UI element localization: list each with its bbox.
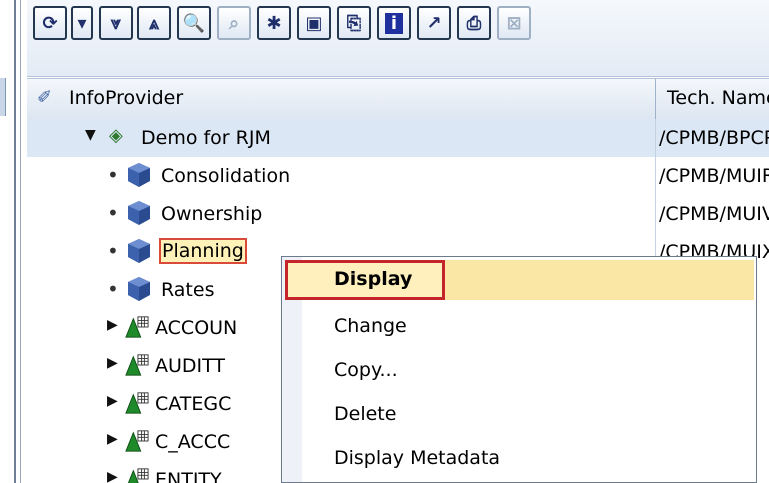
column-header-tech-name[interactable]: Tech. Name	[667, 87, 769, 109]
dimension-icon	[125, 430, 149, 452]
leaf-bullet-icon: •	[107, 163, 119, 187]
close-icon: ⊠	[506, 12, 522, 34]
folder-button[interactable]: ⎘	[337, 6, 371, 40]
pane-divider	[14, 0, 16, 483]
create-button[interactable]: ✱	[257, 6, 291, 40]
column-header-label: InfoProvider	[69, 87, 184, 109]
tree-node-label: C_ACCC	[155, 431, 231, 453]
column-divider	[655, 195, 656, 233]
leaf-bullet-icon: •	[107, 277, 119, 301]
column-header-infoprovider[interactable]: ✐ InfoProvider	[27, 79, 656, 119]
pane-divider-shadow	[20, 0, 21, 483]
tree-node-label: CATEGC	[155, 393, 232, 415]
left-pane-edge	[0, 0, 27, 483]
expand-triangle-icon[interactable]: ▶	[107, 469, 118, 483]
refresh-button[interactable]: ⟳	[33, 6, 67, 40]
menu-item-change[interactable]: Change	[334, 315, 407, 337]
print-button[interactable]: ⎙	[457, 6, 491, 40]
column-divider	[655, 157, 656, 195]
find-button[interactable]: 🔍	[177, 6, 211, 40]
tree-row-root[interactable]: ▼ ◈ Demo for RJM /CPMB/BPCP	[27, 119, 769, 157]
expand-triangle-icon[interactable]: ▶	[107, 317, 118, 333]
display-button[interactable]: ▣	[297, 6, 331, 40]
info-icon: i	[384, 12, 404, 34]
menu-item-display-metadata[interactable]: Display Metadata	[334, 447, 500, 469]
expand-all-icon: ⩔	[110, 12, 122, 34]
menu-item-delete[interactable]: Delete	[334, 403, 396, 425]
tree-node-label-focused: Planning	[159, 238, 247, 264]
create-icon: ✱	[266, 12, 282, 34]
leaf-bullet-icon: •	[107, 239, 119, 263]
menu-item-display[interactable]: Display	[285, 260, 754, 300]
infoprovider-icon: ✐	[37, 87, 53, 108]
refresh-icon: ⟳	[42, 12, 58, 34]
tree-node-label: ACCOUN	[155, 317, 238, 339]
expand-triangle-icon[interactable]: ▶	[107, 431, 118, 447]
dimension-icon	[125, 392, 149, 414]
tree-node-label: AUDITT	[155, 355, 226, 377]
context-menu: Display Change Copy... Delete Display Me…	[281, 256, 757, 483]
tech-name-cell: /CPMB/MUIR	[659, 165, 769, 187]
info-button[interactable]: i	[377, 6, 411, 40]
infocube-icon	[128, 239, 150, 263]
collapse-all-button[interactable]: ⩓	[137, 6, 171, 40]
tree-row[interactable]: • Ownership /CPMB/MUIV	[27, 195, 769, 233]
area-icon: ◈	[109, 125, 123, 146]
dropdown-icon: ▾	[77, 12, 87, 34]
column-divider	[655, 119, 656, 157]
menu-item-label: Display	[334, 268, 413, 290]
tree-node-label: ENTITY	[155, 469, 222, 483]
refresh-options-button[interactable]: ▾	[71, 6, 93, 40]
menu-item-copy[interactable]: Copy...	[334, 359, 398, 381]
jump-button[interactable]: ↗	[417, 6, 451, 40]
expand-all-button[interactable]: ⩔	[99, 6, 133, 40]
infocube-icon	[128, 201, 150, 225]
collapse-all-icon: ⩓	[148, 12, 160, 34]
dimension-icon	[125, 354, 149, 376]
find-icon: 🔍	[182, 12, 206, 34]
display-icon: ▣	[305, 12, 323, 34]
tree-node-label: Ownership	[161, 203, 263, 225]
tree-header: ✐ InfoProvider Tech. Name	[27, 78, 769, 120]
leaf-bullet-icon: •	[107, 201, 119, 225]
tech-name-cell: /CPMB/BPCP	[659, 127, 769, 149]
find-next-icon: ⌕	[228, 12, 240, 34]
splitter-handle[interactable]	[0, 78, 6, 116]
tech-name-cell: /CPMB/MUIV	[659, 203, 769, 225]
tree-node-label: Demo for RJM	[141, 127, 271, 149]
expand-triangle-icon[interactable]: ▶	[107, 355, 118, 371]
close-button[interactable]: ⊠	[497, 6, 531, 40]
dimension-icon	[127, 468, 149, 483]
print-icon: ⎙	[466, 12, 482, 34]
tree-node-label: Consolidation	[161, 165, 291, 187]
infocube-icon	[128, 277, 150, 301]
find-next-button[interactable]: ⌕	[217, 6, 251, 40]
tree-row[interactable]: • Consolidation /CPMB/MUIR	[27, 157, 769, 195]
infocube-icon	[128, 163, 150, 187]
toolbar: ⟳ ▾ ⩔ ⩓ 🔍 ⌕ ✱ ▣ ⎘ i ↗ ⎙ ⊠	[27, 0, 769, 77]
tree-node-label: Rates	[161, 279, 215, 301]
folder-icon: ⎘	[346, 12, 362, 34]
jump-icon: ↗	[426, 12, 442, 34]
expand-triangle-icon[interactable]: ▶	[107, 393, 118, 409]
dimension-icon	[125, 316, 149, 338]
collapse-triangle-icon[interactable]: ▼	[85, 127, 96, 143]
